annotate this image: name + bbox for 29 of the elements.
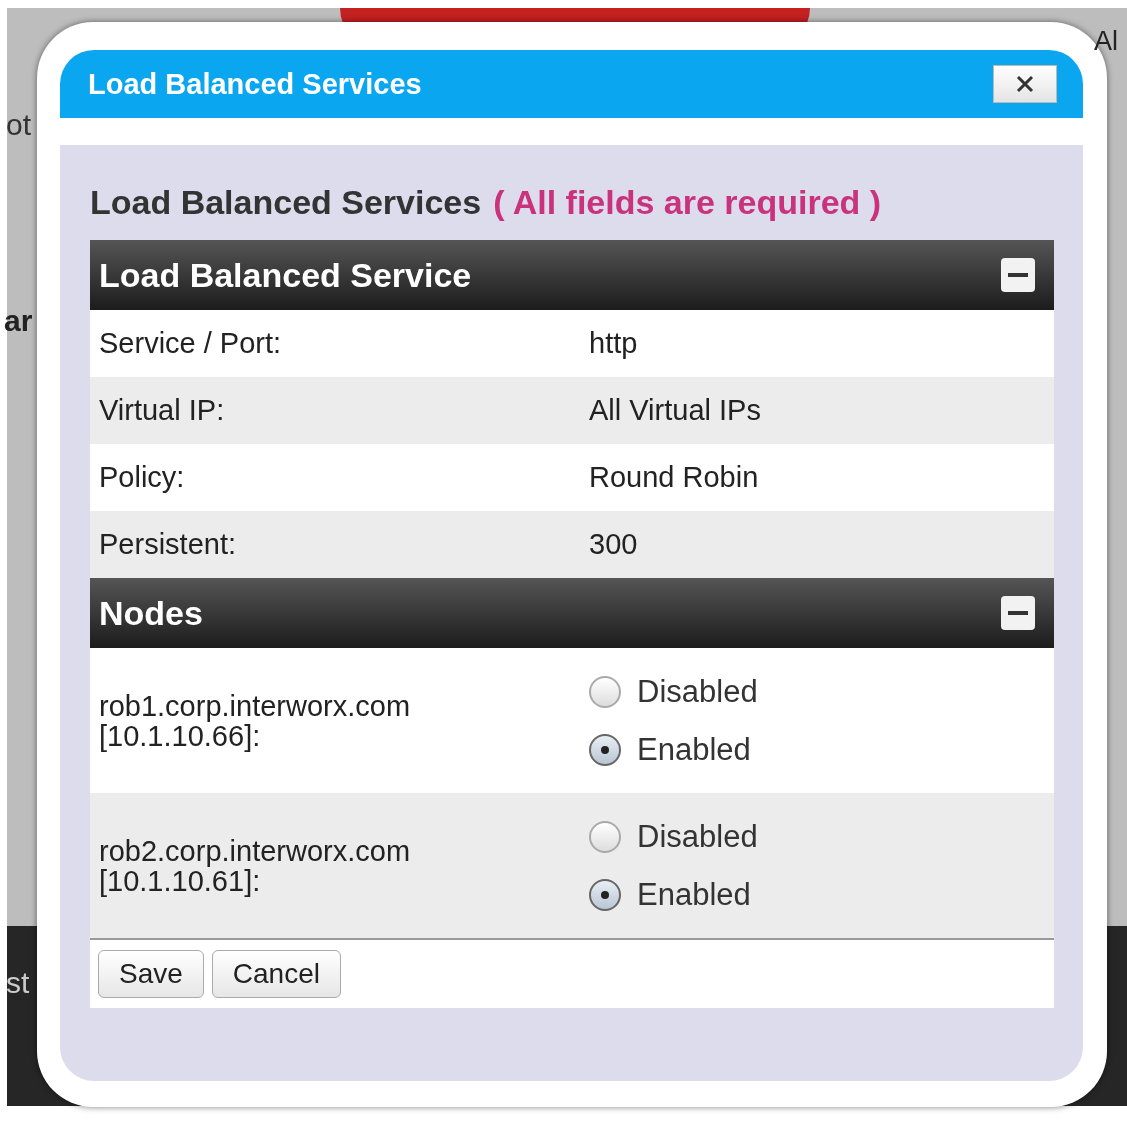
field-value: 300 <box>589 528 638 561</box>
form-heading: Load Balanced Services <box>90 183 482 222</box>
cancel-button[interactable]: Cancel <box>211 950 341 998</box>
field-value: http <box>589 327 638 360</box>
section-title: Load Balanced Service <box>99 255 472 295</box>
radio-option[interactable]: Disabled <box>589 818 758 855</box>
field-value: All Virtual IPs <box>589 394 761 427</box>
save-button[interactable]: Save <box>98 950 204 998</box>
section-title: Nodes <box>99 593 203 633</box>
background-text: st <box>6 966 30 1000</box>
radio-option[interactable]: Enabled <box>589 876 758 913</box>
close-button[interactable] <box>993 65 1057 103</box>
collapse-icon[interactable] <box>1000 257 1036 293</box>
field-label: Persistent: <box>98 528 237 561</box>
field-label: Virtual IP: <box>98 394 226 427</box>
field-label: Service / Port: <box>98 327 283 360</box>
required-note: ( All fields are required ) <box>493 183 882 222</box>
background-text: ot <box>6 108 32 142</box>
dialog-title: Load Balanced Services <box>88 67 422 101</box>
background-text: Al <box>1094 26 1118 57</box>
collapse-icon[interactable] <box>1000 595 1036 631</box>
background-text: ar <box>4 304 33 338</box>
node-label: rob2.corp.interworx.com [10.1.10.61]: <box>98 835 412 896</box>
field-value: Round Robin <box>589 461 759 494</box>
node-label: rob1.corp.interworx.com [10.1.10.66]: <box>98 690 412 751</box>
close-icon <box>1015 74 1035 94</box>
radio-option[interactable]: Enabled <box>589 731 758 768</box>
radio-option[interactable]: Disabled <box>589 673 758 710</box>
field-label: Policy: <box>98 461 186 494</box>
